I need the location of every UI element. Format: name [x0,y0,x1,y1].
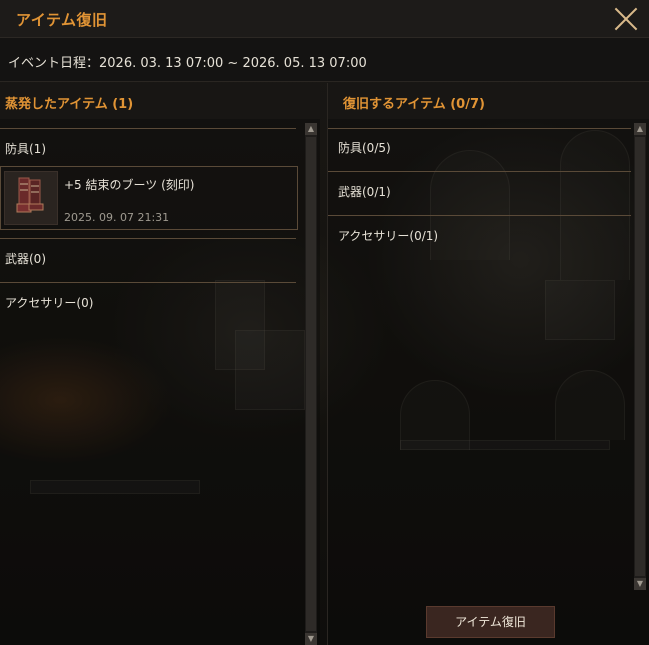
category-accessory[interactable]: アクセサリー(0) [5,294,93,311]
window-title: アイテム復旧 [16,11,108,29]
scroll-down-icon[interactable]: ▼ [634,578,646,590]
event-schedule: イベント日程：2026. 03. 13 07:00 ~ 2026. 05. 13… [8,56,367,71]
panel-header: 復旧するアイテム (0/7) [328,83,649,119]
title-bar: アイテム復旧 [0,0,649,38]
category-accessory[interactable]: アクセサリー(0/1) [338,227,438,244]
scroll-up-icon[interactable]: ▲ [305,123,317,135]
restore-items-panel: 復旧するアイテム (0/7) 防具(0/5) 武器(0/1) アクセサリー(0/… [327,83,649,645]
category-weapon[interactable]: 武器(0) [5,250,46,267]
item-name: +5 結束のブーツ (刻印) [64,178,195,192]
category-weapon[interactable]: 武器(0/1) [338,183,391,200]
divider [328,128,631,129]
divider [328,171,631,172]
category-armor[interactable]: 防具(0/5) [338,139,391,156]
divider [0,238,296,239]
restore-items-title: 復旧するアイテム (0/7) [343,97,485,112]
left-scrollbar[interactable]: ▲ ▼ [305,123,317,645]
divider [0,128,296,129]
divider [328,215,631,216]
panel-header: 蒸発したアイテム (1) [0,83,320,119]
item-date: 2025. 09. 07 21:31 [64,211,170,224]
scroll-up-icon[interactable]: ▲ [634,123,646,135]
scroll-thumb[interactable] [306,137,316,631]
divider [0,282,296,283]
scroll-down-icon[interactable]: ▼ [305,633,317,645]
scroll-thumb[interactable] [635,137,645,576]
evaporated-items-title: 蒸発したアイテム (1) [5,97,134,112]
evaporated-items-panel: 蒸発したアイテム (1) 防具(1) +5 結束のブーツ (刻印) 2025. … [0,83,320,645]
event-bar: イベント日程：2026. 03. 13 07:00 ~ 2026. 05. 13… [0,38,649,82]
boots-icon [4,171,58,225]
right-scrollbar[interactable]: ▲ ▼ [634,123,646,590]
category-armor[interactable]: 防具(1) [5,140,46,157]
restore-items-button[interactable]: アイテム復旧 [426,606,555,638]
close-icon[interactable] [610,3,642,35]
item-card[interactable]: +5 結束のブーツ (刻印) 2025. 09. 07 21:31 [0,166,298,230]
